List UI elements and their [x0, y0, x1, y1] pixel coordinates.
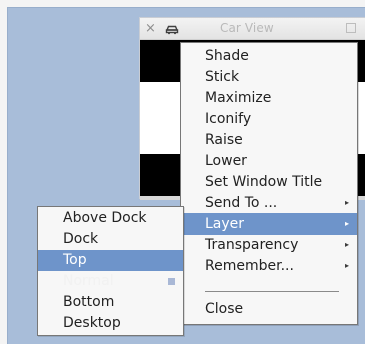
- menu-item-label: Close: [205, 301, 244, 317]
- menu-item-label: Send To ...: [205, 195, 278, 211]
- menu-item-label: Stick: [205, 69, 240, 85]
- layer-submenu[interactable]: Above Dock Dock Top Normal Bottom Deskto…: [37, 206, 184, 336]
- submenu-item-label: Normal: [63, 273, 114, 289]
- submenu-item-above-dock[interactable]: Above Dock: [38, 208, 183, 229]
- checked-marker-icon: [168, 278, 175, 285]
- menu-item-label: Shade: [205, 48, 249, 64]
- menu-item-lower[interactable]: Lower: [181, 150, 357, 172]
- chevron-right-icon: ▸: [344, 240, 349, 249]
- chevron-right-icon: ▸: [344, 261, 349, 270]
- submenu-item-label: Desktop: [63, 315, 121, 331]
- window-menu[interactable]: Shade Stick Maximize Iconify Raise Lower…: [180, 42, 358, 325]
- menu-item-label: Remember...: [205, 258, 294, 274]
- submenu-item-bottom[interactable]: Bottom: [38, 292, 183, 313]
- submenu-item-dock[interactable]: Dock: [38, 229, 183, 250]
- menu-item-label: Lower: [205, 153, 247, 169]
- window-titlebar[interactable]: × Car View: [140, 18, 365, 40]
- menu-item-raise[interactable]: Raise: [181, 129, 357, 151]
- menu-item-iconify[interactable]: Iconify: [181, 108, 357, 130]
- submenu-item-label: Above Dock: [63, 210, 147, 226]
- menu-separator: [205, 291, 339, 292]
- menu-item-remember[interactable]: Remember... ▸: [181, 255, 357, 277]
- menu-item-layer[interactable]: Layer ▸: [181, 213, 357, 235]
- menu-item-label: Maximize: [205, 90, 272, 106]
- menu-item-label: Raise: [205, 132, 243, 148]
- submenu-item-label: Dock: [63, 231, 99, 247]
- menu-item-send-to[interactable]: Send To ... ▸: [181, 192, 357, 214]
- submenu-item-label: Top: [63, 252, 87, 268]
- menu-item-close[interactable]: Close: [181, 298, 357, 320]
- window-title: Car View: [220, 21, 274, 35]
- menu-item-label: Transparency: [205, 237, 299, 253]
- maximize-icon[interactable]: [346, 23, 356, 33]
- car-app-icon: [164, 20, 180, 36]
- menu-item-set-window-title[interactable]: Set Window Title: [181, 171, 357, 193]
- menu-item-label: Set Window Title: [205, 174, 323, 190]
- menu-item-label: Iconify: [205, 111, 252, 127]
- chevron-right-icon: ▸: [344, 198, 349, 207]
- submenu-item-normal[interactable]: Normal: [38, 271, 183, 292]
- menu-item-shade[interactable]: Shade: [181, 45, 357, 67]
- submenu-item-label: Bottom: [63, 294, 115, 310]
- menu-item-maximize[interactable]: Maximize: [181, 87, 357, 109]
- menu-item-label: Layer: [205, 216, 245, 232]
- close-icon[interactable]: ×: [145, 19, 156, 39]
- menu-item-transparency[interactable]: Transparency ▸: [181, 234, 357, 256]
- menu-item-stick[interactable]: Stick: [181, 66, 357, 88]
- submenu-item-top[interactable]: Top: [38, 250, 183, 271]
- chevron-right-icon: ▸: [344, 219, 349, 228]
- submenu-item-desktop[interactable]: Desktop: [38, 313, 183, 334]
